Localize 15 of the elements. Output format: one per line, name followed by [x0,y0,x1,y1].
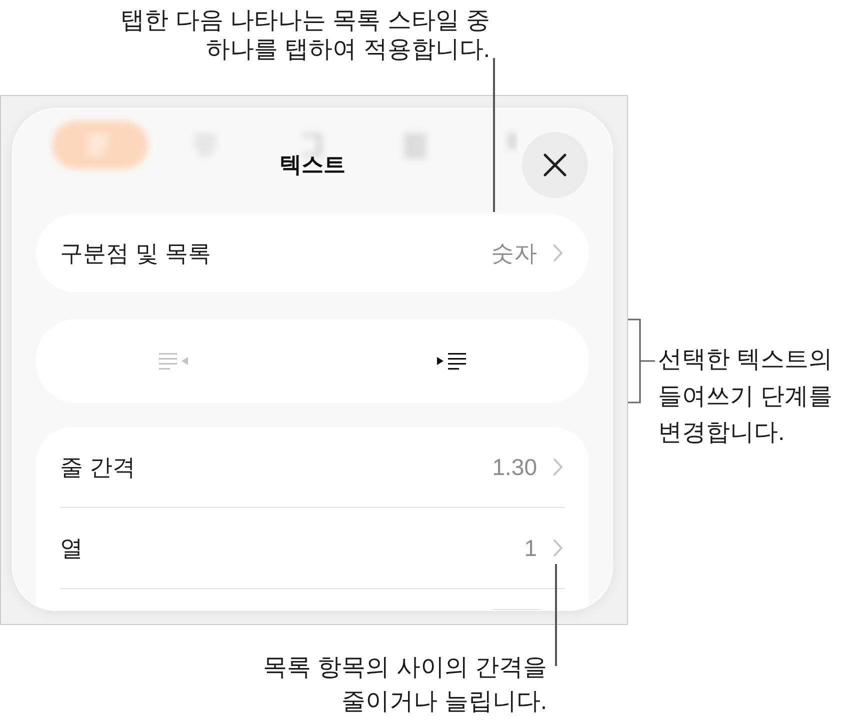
chevron-icon [553,458,563,476]
row-value: 1.30 [492,454,537,480]
row-label: 열 [60,534,84,562]
chevron-icon [553,539,563,557]
list-style-row[interactable]: 구분점 및 목록 숫자 [36,214,589,292]
row-label: 구분점 및 목록 [60,238,212,268]
chevron-icon [553,244,563,262]
row-value: 숫자 [491,238,537,268]
panel-title: 텍스트 [280,152,346,178]
row-value: 1 [524,534,537,562]
callout-text: 탭한 다음 나타나는 목록 스타일 중 하나를 탭하여 적용합니다. [120,6,490,64]
callout-text: 선택한 텍스트의 들여쓰기 단계를 변경합니다. [658,345,833,448]
callout-text: 목록 항목의 사이의 간격을 줄이거나 늘립니다. [262,653,547,717]
close-icon [543,153,567,177]
row-label: 줄 간격 [60,452,136,482]
